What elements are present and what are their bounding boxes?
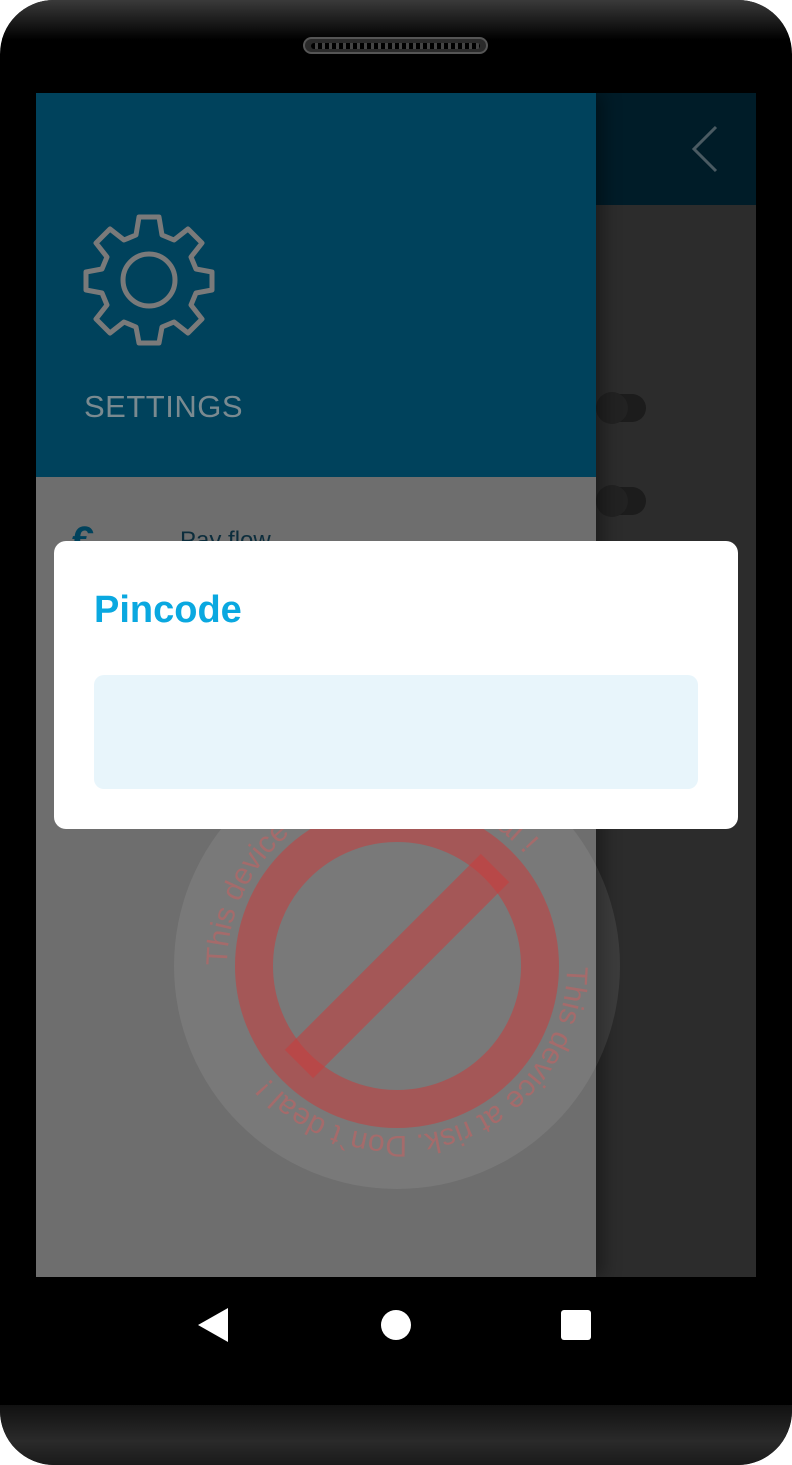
phone-bottom-edge — [0, 1405, 792, 1465]
gear-icon — [83, 214, 215, 346]
back-triangle-icon[interactable] — [198, 1308, 228, 1342]
drawer-header: SETTINGS — [36, 93, 596, 477]
setting-toggle[interactable] — [596, 485, 646, 517]
dialog-title: Pincode — [94, 589, 242, 631]
phone-top-edge — [0, 0, 792, 40]
drawer-title: SETTINGS — [84, 389, 244, 424]
pincode-input[interactable] — [94, 675, 698, 789]
setting-toggle[interactable] — [596, 392, 646, 424]
recents-square-icon[interactable] — [561, 1310, 591, 1340]
home-circle-icon[interactable] — [381, 1310, 411, 1340]
screen: SETTINGS € Pay flow This device at risk.… — [36, 93, 756, 1277]
pincode-dialog: Pincode — [54, 541, 738, 829]
phone-frame: SETTINGS € Pay flow This device at risk.… — [0, 0, 792, 1465]
speaker-grille — [303, 37, 488, 54]
chevron-left-icon[interactable] — [688, 123, 728, 175]
